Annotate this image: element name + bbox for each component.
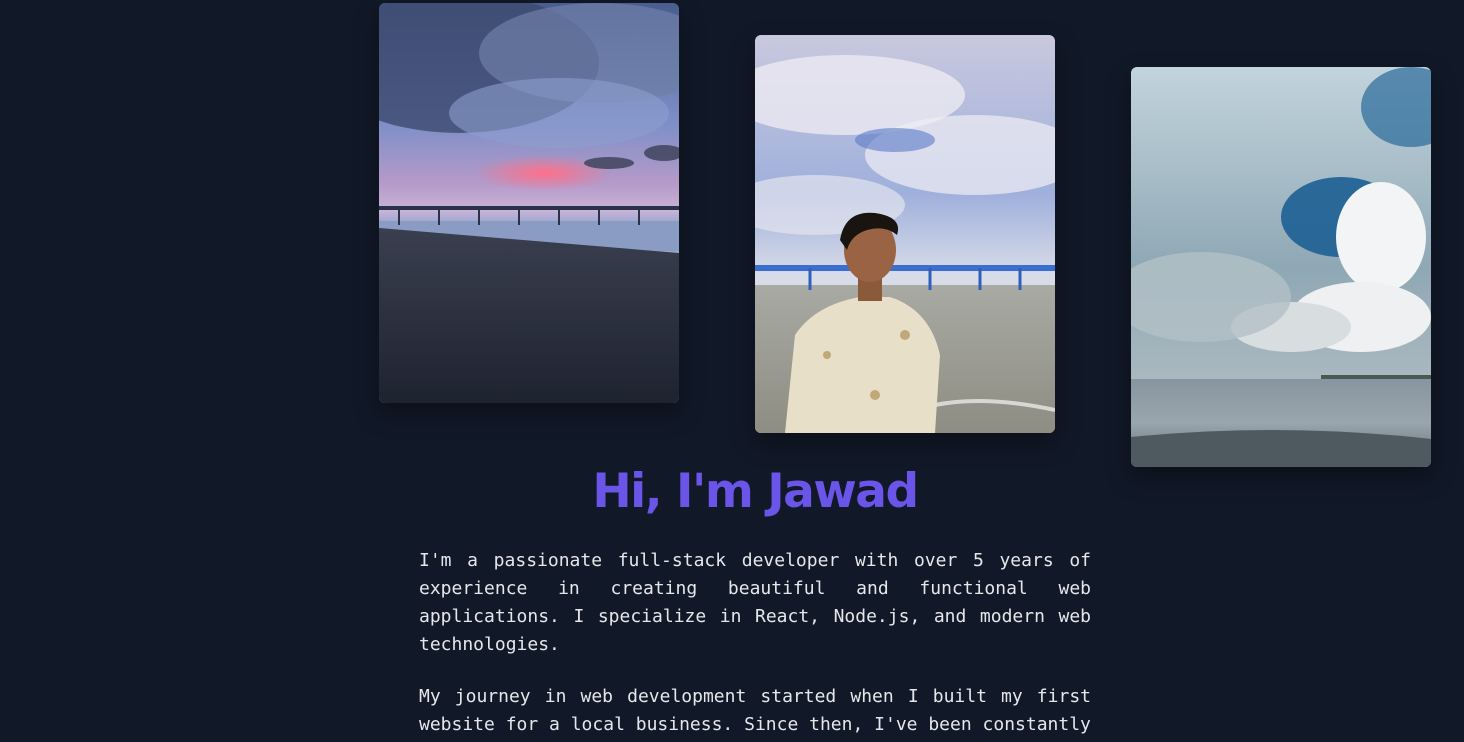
gallery-photo-clouds-shore [1131,67,1431,467]
bio-paragraph-journey: My journey in web development started wh… [419,686,1091,735]
gallery-photo-sunset-pier [379,3,679,403]
page-title: Hi, I'm Jawad [592,464,919,519]
bio-paragraph-intro: I'm a passionate full-stack developer wi… [419,550,1091,655]
portrait-image [755,35,1055,433]
clouds-shore-image [1131,67,1431,467]
sunset-pier-image [379,3,679,403]
gallery-photo-portrait [755,35,1055,433]
